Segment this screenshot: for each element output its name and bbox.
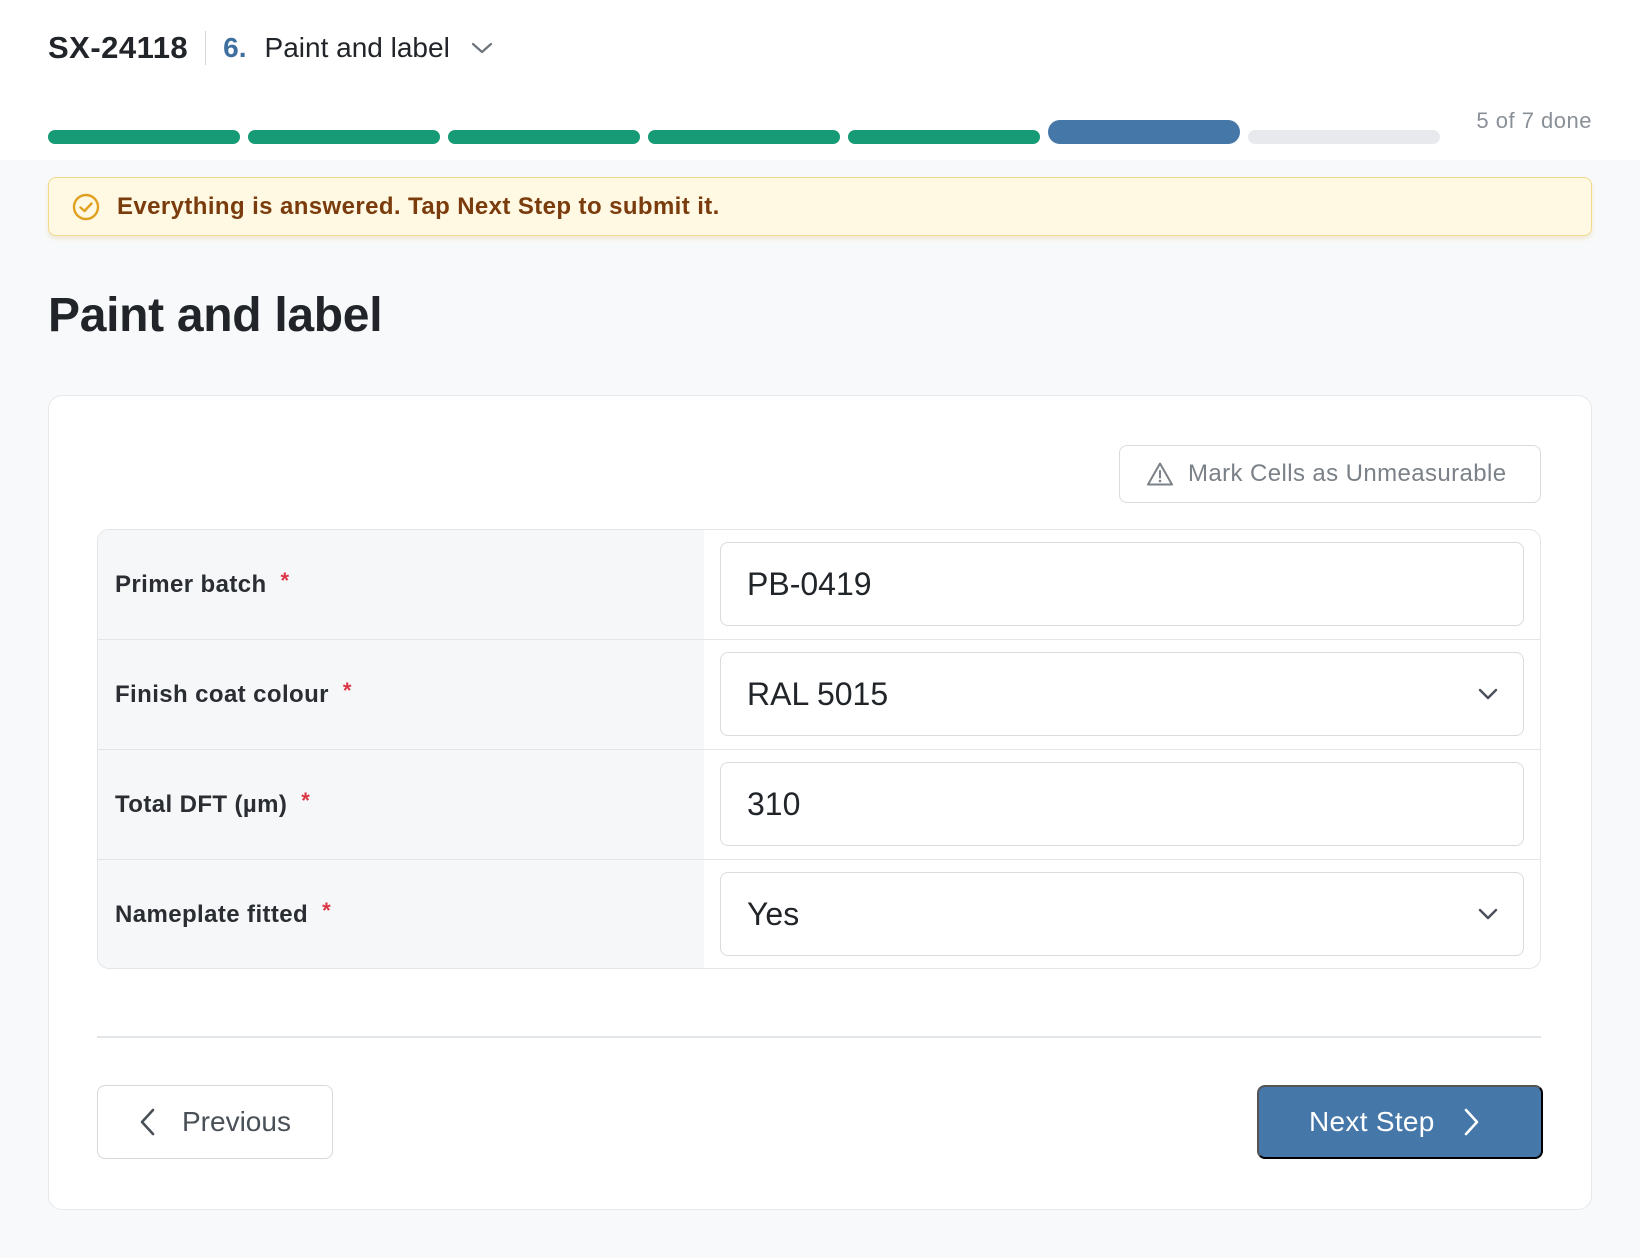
chevron-left-icon [138, 1107, 156, 1137]
progress-segment-2 [248, 130, 440, 144]
field-label: Nameplate fitted [115, 901, 309, 928]
mark-unmeasurable-label: Mark Cells as Unmeasurable [1188, 460, 1507, 487]
page-title: Paint and label [48, 289, 383, 342]
step-header: SX-24118 6. Paint and label [48, 26, 494, 70]
field-value: PB-0419 [747, 565, 872, 602]
total-dft-input[interactable]: 310 [720, 762, 1524, 846]
field-value: Yes [747, 895, 800, 932]
progress-segment-1 [48, 130, 240, 144]
field-label: Primer batch [115, 570, 267, 598]
next-step-button[interactable]: Next Step [1257, 1085, 1543, 1159]
form-row-primer-batch: Primer batch * PB-0419 [98, 530, 1540, 640]
top-bar: SX-24118 6. Paint and label 5 of 7 done [0, 0, 1640, 160]
form-table: Primer batch * PB-0419 Finish coat colou… [97, 529, 1541, 969]
next-step-label: Next Step [1309, 1106, 1435, 1137]
row-label-cell: Primer batch * [98, 530, 704, 639]
form-row-finish-coat-colour: Finish coat colour * RAL 5015 [98, 640, 1540, 750]
form-card: Mark Cells as Unmeasurable Primer batch … [48, 395, 1592, 1210]
chevron-down-icon [1477, 687, 1499, 701]
required-marker: * [342, 677, 352, 703]
completion-alert: Everything is answered. Tap Next Step to… [48, 177, 1592, 236]
step-progress-bar [48, 120, 1440, 144]
job-id: SX-24118 [48, 30, 189, 65]
row-label-cell: Nameplate fitted * [98, 860, 704, 968]
check-circle-icon [71, 192, 101, 222]
nameplate-fitted-select[interactable]: Yes [720, 872, 1524, 956]
field-value: RAL 5015 [747, 675, 889, 712]
field-label: Total DFT (µm) [115, 790, 288, 818]
footer-divider [97, 1036, 1541, 1038]
row-label-cell: Total DFT (µm) * [98, 750, 704, 859]
alert-text: Everything is answered. Tap Next Step to… [117, 192, 720, 220]
mark-unmeasurable-button[interactable]: Mark Cells as Unmeasurable [1119, 445, 1541, 503]
previous-button[interactable]: Previous [97, 1085, 333, 1159]
field-label: Finish coat colour [115, 680, 329, 708]
progress-segment-5 [848, 130, 1040, 144]
field-value: 310 [747, 785, 801, 822]
step-number: 6. [223, 32, 247, 63]
header-separator [205, 31, 207, 65]
chevron-down-icon[interactable] [470, 40, 494, 56]
step-name[interactable]: Paint and label [265, 32, 450, 64]
chevron-down-icon [1477, 907, 1499, 921]
primer-batch-input[interactable]: PB-0419 [720, 542, 1524, 626]
required-marker: * [301, 787, 310, 813]
previous-label: Previous [182, 1106, 291, 1137]
progress-segment-3 [448, 130, 640, 144]
progress-segment-7 [1248, 130, 1440, 144]
required-marker: * [280, 567, 290, 593]
form-row-total-dft: Total DFT (µm) * 310 [98, 750, 1540, 860]
finish-coat-colour-select[interactable]: RAL 5015 [720, 652, 1524, 736]
chevron-right-icon [1463, 1107, 1481, 1137]
form-row-nameplate-fitted: Nameplate fitted * Yes [98, 860, 1540, 968]
required-marker: * [322, 898, 331, 923]
progress-label: 5 of 7 done [1476, 108, 1592, 133]
progress-segment-6 [1048, 120, 1240, 144]
row-label-cell: Finish coat colour * [98, 640, 704, 749]
warning-triangle-icon [1146, 461, 1174, 487]
progress-segment-4 [648, 130, 840, 144]
